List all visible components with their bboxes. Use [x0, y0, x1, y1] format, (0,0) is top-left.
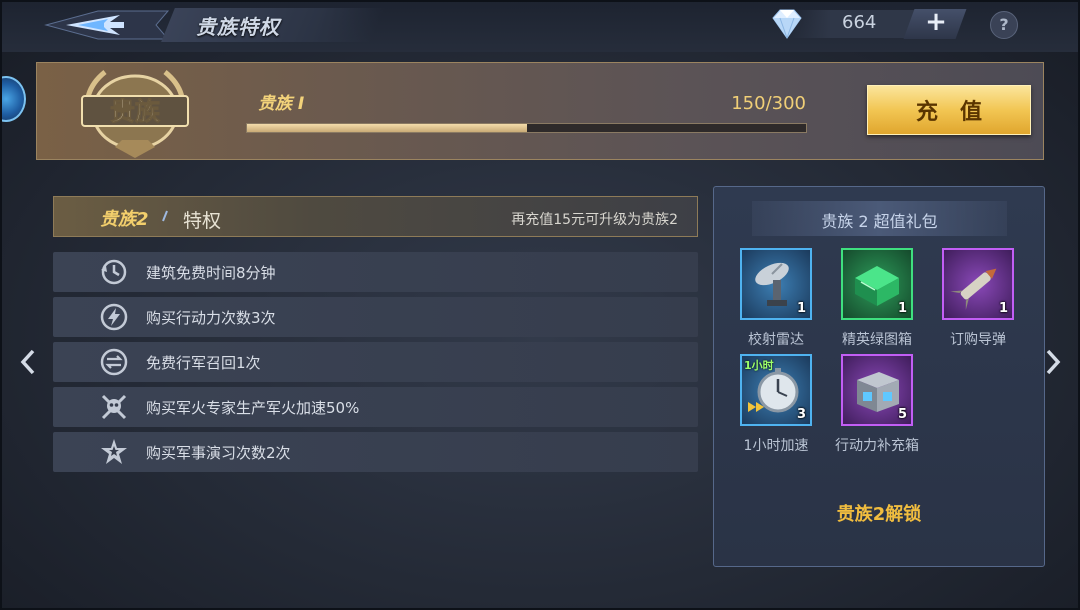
privilege-text: 购买军火专家生产军火加速50% — [146, 399, 360, 417]
clock-icon — [101, 259, 127, 285]
unlock-requirement: 贵族2解锁 — [836, 504, 922, 525]
item-count: 1 — [796, 301, 806, 316]
next-page-arrow-icon[interactable] — [1041, 346, 1065, 378]
previous-page-arrow-icon[interactable] — [16, 346, 40, 378]
supply-crate-icon — [857, 372, 899, 412]
progress-bar-fill — [247, 124, 527, 132]
item-count: 1 — [998, 301, 1008, 316]
gift-item-missile[interactable]: 1 — [942, 248, 1014, 320]
diamond-icon — [772, 9, 802, 39]
gift-item-radar[interactable]: 1 — [740, 248, 812, 320]
divider-slash-icon — [162, 210, 168, 222]
current-noble-level: 贵族 I — [258, 94, 305, 114]
progress-bar — [246, 123, 807, 133]
upgrade-hint: 再充值15元可升级为贵族2 — [511, 212, 678, 228]
page-title: 贵族特权 — [196, 15, 280, 39]
gift-item-blueprint-box[interactable]: 1 — [841, 248, 913, 320]
privilege-row: 购买军事演习次数2次 — [53, 432, 698, 472]
gift-item-name: 行动力补充箱 — [835, 438, 919, 454]
item-count: 1 — [897, 301, 907, 316]
recall-icon — [100, 348, 128, 376]
item-duration-tag: 1小时 — [744, 359, 774, 372]
privilege-text: 建筑免费时间8分钟 — [146, 264, 276, 282]
item-count: 5 — [897, 407, 907, 422]
privilege-row: 购买军火专家生产军火加速50% — [53, 387, 698, 427]
plus-icon: + — [925, 7, 947, 37]
skull-crossbones-icon — [101, 394, 127, 420]
lightning-icon — [100, 303, 128, 331]
recharge-button[interactable]: 充值 — [867, 85, 1031, 135]
diamond-count: 664 — [842, 12, 877, 33]
star-badge-icon — [101, 439, 127, 464]
privilege-row: 免费行军召回1次 — [53, 342, 698, 382]
emblem-text: 贵族 — [110, 97, 161, 126]
help-button[interactable]: ? — [990, 11, 1018, 39]
gift-item-speedup[interactable]: 1小时 3 — [740, 354, 812, 426]
privilege-title: 特权 — [183, 210, 222, 232]
privilege-text: 购买行动力次数3次 — [146, 309, 276, 327]
blueprint-box-icon — [855, 266, 899, 306]
recharge-label: 充值 — [915, 100, 1004, 125]
game-screen: 贵族特权 664 + ? 贵族 贵族 I 150/300 充值 贵族2 特权 再… — [0, 0, 1080, 610]
gift-pack-title: 贵族 2 超值礼包 — [821, 212, 938, 231]
gift-item-name: 订购导弹 — [950, 332, 1006, 348]
side-badge-icon[interactable] — [0, 76, 26, 122]
gift-item-name: 精英绿图箱 — [842, 332, 912, 348]
progress-text: 150/300 — [731, 93, 806, 114]
privilege-text: 购买军事演习次数2次 — [146, 444, 291, 462]
privilege-row: 购买行动力次数3次 — [53, 297, 698, 337]
back-arrow-icon — [44, 10, 170, 40]
privilege-row: 建筑免费时间8分钟 — [53, 252, 698, 292]
noble-emblem-icon: 贵族 — [81, 70, 189, 158]
gift-item-supply-crate[interactable]: 5 — [841, 354, 913, 426]
gift-item-name: 1小时加速 — [743, 438, 809, 454]
item-count: 3 — [796, 407, 806, 422]
radar-dish-icon — [755, 262, 789, 306]
privilege-text: 免费行军召回1次 — [146, 354, 261, 372]
missile-icon — [950, 268, 997, 310]
gift-item-name: 校射雷达 — [748, 332, 804, 348]
top-bar: 贵族特权 664 + ? — [0, 0, 1080, 52]
back-button[interactable] — [38, 7, 178, 43]
privilege-level: 贵族2 — [100, 209, 149, 230]
